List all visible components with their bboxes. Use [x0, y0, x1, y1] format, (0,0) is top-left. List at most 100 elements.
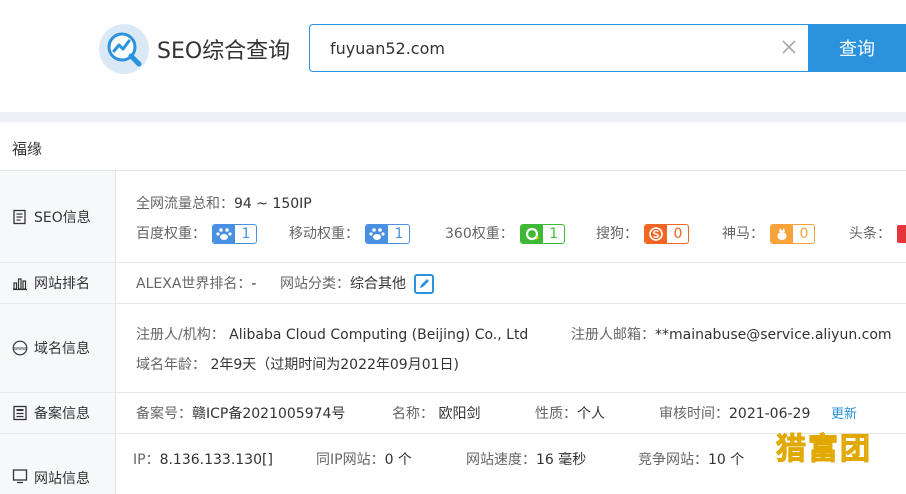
age-label: 域名年龄： — [136, 357, 206, 373]
traffic-field: 全网流量总和：94 ~ 150IP — [136, 193, 312, 213]
search-input[interactable] — [330, 25, 770, 71]
email-field: 注册人邮箱：**mainabuse@service.aliyun.com — [571, 324, 892, 344]
watermark: 猎富团 — [776, 432, 872, 468]
email-value: **mainabuse@service.aliyun.com — [655, 327, 892, 343]
edit-icon[interactable] — [414, 274, 435, 294]
icp-number-field: 备案号：赣ICP备2021005974号 — [136, 403, 345, 423]
baidu-paw-icon — [366, 225, 389, 243]
icp-nature-field: 性质：个人 — [535, 403, 605, 423]
competitor-field: 竞争网站：10 个 — [638, 449, 744, 469]
so360-value: 1 — [549, 226, 559, 242]
so360-label: 360权重： — [445, 226, 514, 242]
traffic-label: 全网流量总和： — [136, 196, 234, 212]
registrant-field: 注册人/机构： Alibaba Cloud Computing (Beijing… — [136, 324, 528, 344]
bar-chart-icon — [13, 278, 27, 291]
same-ip-label: 同IP网站： — [316, 452, 385, 468]
speed-field: 网站速度：16 毫秒 — [466, 449, 586, 469]
sogou-weight: 搜狗： 0 — [596, 223, 690, 244]
icp-nature-value: 个人 — [577, 406, 605, 422]
update-link[interactable]: 更新 — [831, 403, 857, 422]
ip-field: IP：8.136.133.130[] — [133, 449, 273, 469]
icp-number-label: 备案号： — [136, 406, 192, 422]
icp-audit-label: 审核时间： — [659, 406, 729, 422]
speed-label: 网站速度： — [466, 452, 536, 468]
brand-title: SEO综合查询 — [157, 39, 291, 64]
competitor-label: 竞争网站： — [638, 452, 708, 468]
site-name: 福缘 — [12, 140, 43, 158]
shenma-badge[interactable]: 0 — [770, 224, 816, 244]
icp-name-field: 名称： 欧阳剑 — [392, 403, 480, 423]
ip-value: 8.136.133.130[] — [159, 452, 273, 468]
shenma-icon — [771, 225, 794, 243]
email-label: 注册人邮箱： — [571, 327, 655, 343]
mobile-label: 移动权重： — [289, 226, 359, 242]
sogou-value: 0 — [673, 226, 683, 242]
site-label-cell: 网站信息 — [0, 434, 116, 494]
divider — [0, 112, 906, 122]
age-value: 2年9天（过期时间为2022年09月01日) — [210, 357, 459, 373]
baidu-paw-icon — [213, 225, 236, 243]
shenma-weight: 神马： 0 — [722, 223, 816, 244]
sogou-label: 搜狗： — [596, 226, 638, 242]
alexa-label: ALEXA世界排名： — [136, 276, 252, 292]
icp-number-value: 赣ICP备2021005974号 — [192, 406, 346, 422]
alexa-field: ALEXA世界排名：- — [136, 273, 256, 293]
sogou-badge[interactable]: 0 — [644, 224, 690, 244]
icp-nature-label: 性质： — [535, 406, 577, 422]
sogou-icon — [645, 225, 668, 243]
baidu-weight: 百度权重： 1 — [136, 223, 258, 244]
rank-row: 网站排名 ALEXA世界排名：- 网站分类：综合其他 — [0, 263, 906, 304]
domain-label-cell: www 域名信息 — [0, 304, 116, 392]
speed-value: 16 毫秒 — [536, 452, 587, 468]
icp-label-cell: 备案信息 — [0, 393, 116, 433]
category-value: 综合其他 — [350, 276, 406, 292]
site-row: 网站信息 IP：8.136.133.130[] 同IP网站：0 个 网站速度：1… — [0, 434, 906, 494]
icp-name-value: 欧阳剑 — [438, 406, 481, 422]
icp-name-label: 名称： — [392, 406, 434, 422]
seo-row: SEO信息 全网流量总和：94 ~ 150IP 百度权重： 1 移动权重： 1 … — [0, 171, 906, 263]
icp-label: 备案信息 — [34, 406, 90, 422]
icp-audit-value: 2021-06-29 — [729, 406, 811, 422]
baidu-badge[interactable]: 1 — [212, 224, 258, 244]
info-table: SEO信息 全网流量总和：94 ~ 150IP 百度权重： 1 移动权重： 1 … — [0, 170, 906, 494]
rank-label-cell: 网站排名 — [0, 263, 116, 303]
age-field: 域名年龄： 2年9天（过期时间为2022年09月01日) — [136, 354, 459, 374]
shenma-label: 神马： — [722, 226, 764, 242]
so360-icon — [521, 225, 544, 243]
toutiao-icon[interactable] — [897, 225, 906, 243]
search-button[interactable]: 查询 — [808, 24, 906, 72]
search-box — [309, 24, 809, 72]
competitor-value: 10 个 — [708, 452, 745, 468]
same-ip-value: 0 个 — [384, 452, 412, 468]
baidu-value: 1 — [241, 226, 251, 242]
ip-label: IP： — [133, 452, 160, 468]
same-ip-field: 同IP网站：0 个 — [316, 449, 412, 469]
baidu-label: 百度权重： — [136, 226, 206, 242]
site-info-icon — [12, 469, 28, 484]
domain-row: www 域名信息 注册人/机构： Alibaba Cloud Computing… — [0, 304, 906, 393]
toutiao-label: 头条： — [849, 226, 891, 242]
so360-badge[interactable]: 1 — [520, 224, 566, 244]
traffic-value: 94 ~ 150IP — [234, 196, 312, 212]
mobile-value: 1 — [394, 226, 404, 242]
registrant-value: Alibaba Cloud Computing (Beijing) Co., L… — [229, 327, 529, 343]
mobile-weight: 移动权重： 1 — [289, 223, 411, 244]
category-field: 网站分类：综合其他 — [280, 273, 435, 294]
mobile-badge[interactable]: 1 — [365, 224, 411, 244]
www-icon: www — [12, 340, 28, 356]
icp-row: 备案信息 备案号：赣ICP备2021005974号 名称： 欧阳剑 性质：个人 … — [0, 393, 906, 434]
seo-logo-icon — [99, 24, 149, 74]
toutiao-weight: 头条： — [849, 223, 906, 243]
svg-text:www: www — [14, 346, 26, 352]
seo-label: SEO信息 — [34, 209, 91, 226]
clear-icon[interactable] — [780, 38, 798, 56]
rank-label: 网站排名 — [34, 276, 90, 292]
icp-audit-field: 审核时间：2021-06-29 — [659, 403, 810, 423]
registrant-label: 注册人/机构： — [136, 327, 225, 343]
record-icon — [13, 405, 27, 421]
header: SEO综合查询 查询 — [0, 0, 906, 112]
so360-weight: 360权重： 1 — [445, 223, 566, 244]
document-icon — [13, 209, 26, 224]
alexa-value: - — [251, 276, 257, 292]
domain-label: 域名信息 — [34, 341, 90, 357]
